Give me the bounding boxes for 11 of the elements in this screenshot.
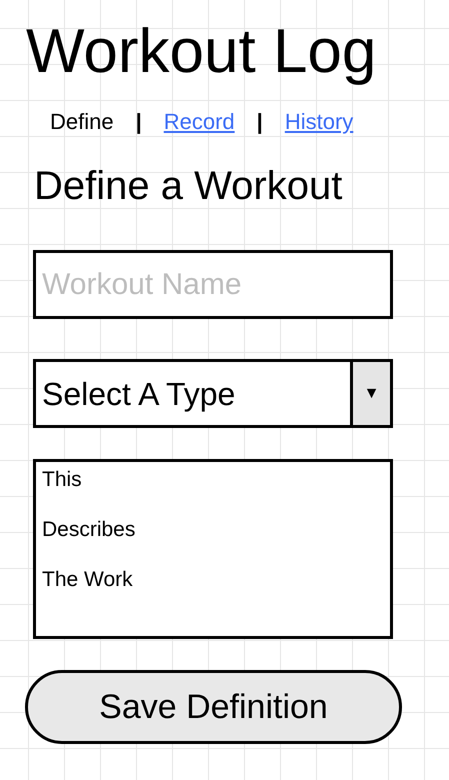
nav-tab[interactable]: Record xyxy=(164,108,235,136)
save-definition-button[interactable]: Save Definition xyxy=(25,670,402,744)
workout-name-field[interactable]: Workout Name xyxy=(33,250,393,319)
app-title: Workout Log xyxy=(26,16,376,88)
nav-separator: | xyxy=(256,108,263,136)
nav-tab[interactable]: History xyxy=(284,108,354,136)
description-field[interactable]: This Describes The Work xyxy=(33,459,393,639)
nav-separator: | xyxy=(136,108,142,136)
nav-tab[interactable]: Define xyxy=(50,108,114,136)
section-heading: Define a Workout xyxy=(34,163,342,210)
type-select[interactable]: Select A Type ▼ xyxy=(33,359,393,428)
